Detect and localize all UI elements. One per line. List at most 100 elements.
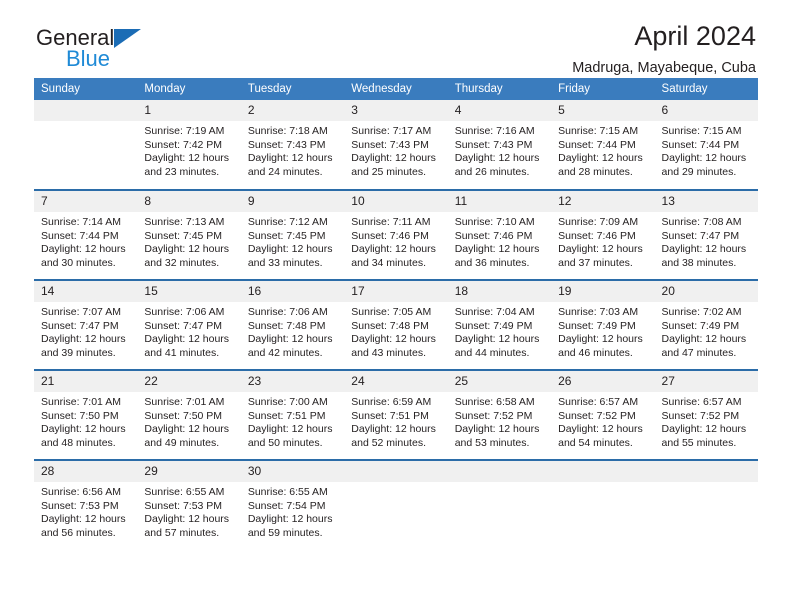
calendar-day-cell[interactable]: 29 Sunrise: 6:55 AM Sunset: 7:53 PM Dayligh…: [137, 459, 241, 550]
calendar-day-cell[interactable]: 26 Sunrise: 6:57 AM Sunset: 7:52 PM Dayligh…: [551, 369, 655, 460]
daylight-text-line1: Daylight: 12 hours: [41, 333, 126, 346]
daylight-text-line1: Daylight: 12 hours: [454, 243, 540, 256]
daylight-text-line1: Daylight: 12 hours: [351, 333, 436, 346]
day-number: 10: [344, 191, 448, 212]
generalblue-logo[interactable]: General Blue: [36, 26, 216, 74]
daylight-text-line2: and 48 minutes.: [41, 436, 116, 449]
triangle-icon: [114, 29, 141, 48]
sunset-text: Sunset: 7:43 PM: [351, 138, 429, 151]
sunrise-text: Sunrise: 7:12 AM: [247, 216, 328, 228]
day-details: Sunrise: 7:11 AM Sunset: 7:46 PM Daylight:…: [344, 212, 447, 270]
day-details: Sunrise: 7:06 AM Sunset: 7:47 PM Daylight:…: [137, 302, 240, 360]
daylight-text-line2: and 38 minutes.: [661, 256, 737, 269]
sunset-text: Sunset: 7:52 PM: [661, 409, 740, 422]
daylight-text-line2: and 30 minutes.: [41, 256, 116, 269]
sunset-text: Sunset: 7:50 PM: [144, 409, 223, 422]
sunrise-text: Sunrise: 7:11 AM: [351, 216, 431, 228]
sunrise-text: Sunrise: 6:57 AM: [661, 396, 742, 408]
calendar-day-cell[interactable]: 9 Sunrise: 7:12 AM Sunset: 7:45 PM Daylight…: [240, 189, 345, 280]
daylight-text-line2: and 33 minutes.: [247, 256, 323, 269]
daylight-text-line2: and 34 minutes.: [351, 256, 426, 269]
day-details: Sunrise: 7:10 AM Sunset: 7:46 PM Daylight:…: [448, 212, 551, 270]
calendar-body: 1 Sunrise: 7:19 AM Sunset: 7:42 PM Daylight…: [34, 100, 758, 550]
day-number: 9: [240, 191, 345, 212]
calendar-day-cell[interactable]: 16 Sunrise: 7:06 AM Sunset: 7:48 PM Dayligh…: [240, 279, 345, 370]
calendar-day-cell[interactable]: [551, 459, 655, 550]
sunrise-text: Sunrise: 7:06 AM: [247, 306, 328, 318]
sunrise-text: Sunrise: 7:13 AM: [144, 216, 225, 228]
calendar-day-cell[interactable]: 24 Sunrise: 6:59 AM Sunset: 7:51 PM Dayligh…: [344, 369, 448, 460]
day-number: [654, 461, 758, 482]
sunset-text: Sunset: 7:52 PM: [558, 409, 636, 422]
daylight-text-line1: Daylight: 12 hours: [661, 333, 747, 346]
column-header-monday: Monday: [137, 78, 241, 100]
day-number: 21: [34, 371, 138, 392]
calendar-day-cell[interactable]: 20 Sunrise: 7:02 AM Sunset: 7:49 PM Dayligh…: [654, 279, 758, 370]
day-number: 12: [551, 191, 655, 212]
calendar-day-cell[interactable]: 25 Sunrise: 6:58 AM Sunset: 7:52 PM Dayligh…: [447, 369, 552, 460]
day-number: 5: [551, 100, 655, 121]
column-header-wednesday: Wednesday: [344, 78, 448, 100]
day-number: 22: [137, 371, 241, 392]
calendar-day-cell[interactable]: 28 Sunrise: 6:56 AM Sunset: 7:53 PM Dayligh…: [34, 459, 138, 550]
calendar-day-cell[interactable]: 10 Sunrise: 7:11 AM Sunset: 7:46 PM Dayligh…: [344, 189, 448, 280]
calendar-day-cell[interactable]: 23 Sunrise: 7:00 AM Sunset: 7:51 PM Dayligh…: [240, 369, 345, 460]
day-details: Sunrise: 6:59 AM Sunset: 7:51 PM Daylight:…: [344, 392, 447, 450]
daylight-text-line1: Daylight: 12 hours: [661, 423, 747, 436]
sunrise-text: Sunrise: 6:55 AM: [247, 486, 328, 498]
daylight-text-line1: Daylight: 12 hours: [247, 423, 333, 436]
calendar-day-cell[interactable]: 6 Sunrise: 7:15 AM Sunset: 7:44 PM Daylight…: [654, 100, 758, 190]
daylight-text-line1: Daylight: 12 hours: [558, 243, 643, 256]
daylight-text-line2: and 39 minutes.: [41, 346, 116, 359]
calendar-day-cell[interactable]: 18 Sunrise: 7:04 AM Sunset: 7:49 PM Dayligh…: [447, 279, 552, 370]
calendar-day-cell[interactable]: 8 Sunrise: 7:13 AM Sunset: 7:45 PM Daylight…: [137, 189, 241, 280]
calendar-day-cell[interactable]: 30 Sunrise: 6:55 AM Sunset: 7:54 PM Dayligh…: [240, 459, 345, 550]
daylight-text-line2: and 42 minutes.: [247, 346, 323, 359]
sunset-text: Sunset: 7:50 PM: [41, 409, 119, 422]
calendar-day-cell[interactable]: 7 Sunrise: 7:14 AM Sunset: 7:44 PM Daylight…: [34, 189, 138, 280]
calendar-day-cell[interactable]: 19 Sunrise: 7:03 AM Sunset: 7:49 PM Dayligh…: [551, 279, 655, 370]
daylight-text-line2: and 47 minutes.: [661, 346, 737, 359]
calendar-day-cell[interactable]: 4 Sunrise: 7:16 AM Sunset: 7:43 PM Daylight…: [447, 100, 552, 190]
daylight-text-line1: Daylight: 12 hours: [247, 243, 333, 256]
calendar-day-cell[interactable]: 22 Sunrise: 7:01 AM Sunset: 7:50 PM Dayligh…: [137, 369, 241, 460]
calendar-table: Sunday Monday Tuesday Wednesday Thursday…: [34, 78, 758, 550]
calendar-day-cell[interactable]: 12 Sunrise: 7:09 AM Sunset: 7:46 PM Dayligh…: [551, 189, 655, 280]
sunrise-text: Sunrise: 7:04 AM: [454, 306, 535, 318]
day-details: Sunrise: 6:55 AM Sunset: 7:54 PM Daylight:…: [241, 482, 344, 540]
sunrise-text: Sunrise: 7:05 AM: [351, 306, 432, 318]
calendar-day-cell[interactable]: 3 Sunrise: 7:17 AM Sunset: 7:43 PM Daylight…: [344, 100, 448, 190]
sunrise-text: Sunrise: 7:16 AM: [454, 125, 535, 137]
calendar-day-cell[interactable]: [447, 459, 552, 550]
calendar-day-cell[interactable]: 14 Sunrise: 7:07 AM Sunset: 7:47 PM Dayligh…: [34, 279, 138, 370]
calendar-day-cell[interactable]: 15 Sunrise: 7:06 AM Sunset: 7:47 PM Dayligh…: [137, 279, 241, 370]
day-details: Sunrise: 7:13 AM Sunset: 7:45 PM Daylight:…: [137, 212, 240, 270]
daylight-text-line2: and 36 minutes.: [454, 256, 530, 269]
calendar-day-cell[interactable]: [654, 459, 758, 550]
calendar-day-cell[interactable]: 5 Sunrise: 7:15 AM Sunset: 7:44 PM Daylight…: [551, 100, 655, 190]
day-details: Sunrise: 7:15 AM Sunset: 7:44 PM Daylight:…: [655, 121, 758, 179]
calendar-day-cell[interactable]: 17 Sunrise: 7:05 AM Sunset: 7:48 PM Dayligh…: [344, 279, 448, 370]
daylight-text-line2: and 43 minutes.: [351, 346, 426, 359]
calendar-day-cell[interactable]: 11 Sunrise: 7:10 AM Sunset: 7:46 PM Dayligh…: [447, 189, 552, 280]
sunrise-text: Sunrise: 7:15 AM: [661, 125, 742, 137]
daylight-text-line2: and 44 minutes.: [454, 346, 530, 359]
sunset-text: Sunset: 7:52 PM: [454, 409, 533, 422]
calendar-day-cell[interactable]: 27 Sunrise: 6:57 AM Sunset: 7:52 PM Dayligh…: [654, 369, 758, 460]
sunrise-text: Sunrise: 7:14 AM: [41, 216, 121, 228]
calendar-day-cell[interactable]: [344, 459, 448, 550]
day-number: 23: [240, 371, 345, 392]
calendar-day-cell[interactable]: [34, 100, 138, 190]
day-number: [551, 461, 655, 482]
daylight-text-line1: Daylight: 12 hours: [41, 243, 126, 256]
calendar-page: General Blue April 2024 Madruga, Mayabeq…: [0, 0, 792, 612]
calendar-day-cell[interactable]: 13 Sunrise: 7:08 AM Sunset: 7:47 PM Dayligh…: [654, 189, 758, 280]
day-details: Sunrise: 7:07 AM Sunset: 7:47 PM Daylight:…: [34, 302, 137, 360]
calendar-day-cell[interactable]: 21 Sunrise: 7:01 AM Sunset: 7:50 PM Dayligh…: [34, 369, 138, 460]
sunset-text: Sunset: 7:46 PM: [558, 229, 636, 242]
day-details: Sunrise: 6:57 AM Sunset: 7:52 PM Daylight:…: [655, 392, 758, 450]
day-details: Sunrise: 7:03 AM Sunset: 7:49 PM Daylight:…: [551, 302, 654, 360]
sunset-text: Sunset: 7:43 PM: [454, 138, 533, 151]
calendar-day-cell[interactable]: 2 Sunrise: 7:18 AM Sunset: 7:43 PM Daylight…: [240, 100, 345, 190]
calendar-day-cell[interactable]: 1 Sunrise: 7:19 AM Sunset: 7:42 PM Daylight…: [137, 100, 241, 190]
